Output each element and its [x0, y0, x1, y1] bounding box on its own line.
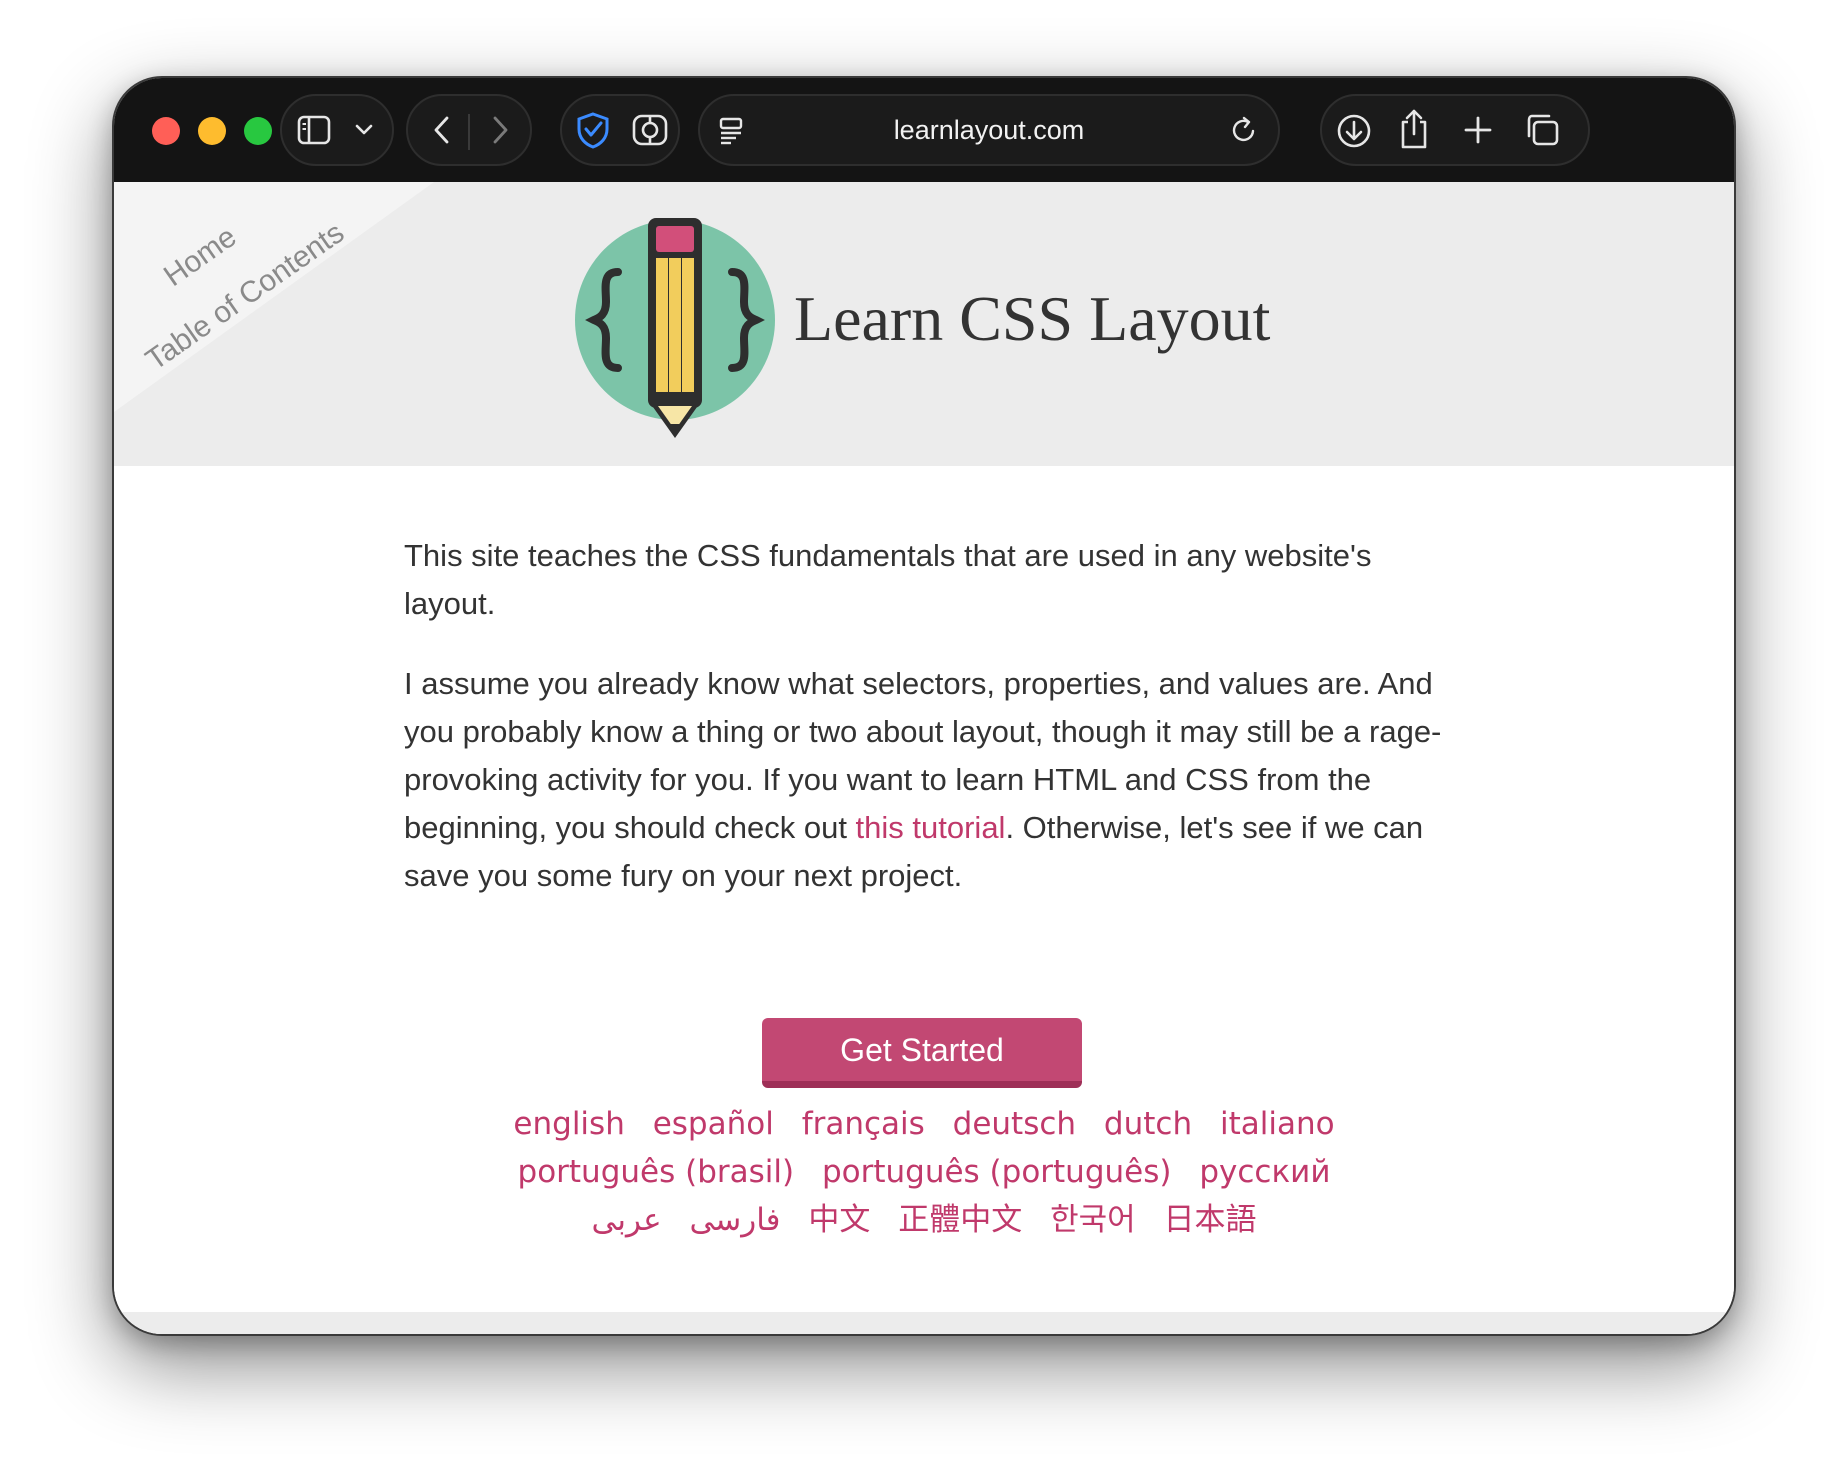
- lang-link-portugues-portugues[interactable]: português (português): [822, 1154, 1172, 1190]
- site-header: Home Table of Contents Learn CSS Layout: [114, 182, 1734, 466]
- shield-extension-icon[interactable]: [574, 111, 612, 149]
- language-list: english español français deutsch dutch i…: [494, 1100, 1354, 1244]
- intro-paragraph-1: This site teaches the CSS fundamentals t…: [404, 538, 1372, 621]
- web-page: Home Table of Contents Learn CSS Layout …: [114, 182, 1734, 1334]
- nav-divider: [468, 114, 470, 150]
- language-row: português (brasil) português (português)…: [494, 1148, 1354, 1196]
- site-title: Learn CSS Layout: [794, 283, 1271, 354]
- lang-link-dutch[interactable]: dutch: [1104, 1106, 1192, 1142]
- download-icon[interactable]: [1334, 111, 1374, 151]
- intro-content: This site teaches the CSS fundamentals t…: [404, 532, 1444, 932]
- lang-link-arabic[interactable]: عربى: [592, 1202, 662, 1238]
- reload-icon[interactable]: [1228, 114, 1260, 146]
- sidebar-toggle-icon[interactable]: [296, 114, 332, 146]
- browser-toolbar: learnlayout.com: [114, 78, 1734, 182]
- language-row: english español français deutsch dutch i…: [494, 1100, 1354, 1148]
- lang-link-farsi[interactable]: فارسی: [689, 1202, 780, 1238]
- share-icon[interactable]: [1396, 106, 1432, 152]
- language-row: عربى فارسی 中文 正體中文 한국어 日本語: [494, 1196, 1354, 1244]
- sidebar-control-group: [280, 94, 394, 166]
- extensions-control-group: [560, 94, 680, 166]
- lang-link-korean[interactable]: 한국어: [1050, 1202, 1136, 1238]
- lang-link-chinese-traditional[interactable]: 正體中文: [898, 1202, 1022, 1238]
- maximize-window-button[interactable]: [244, 117, 272, 145]
- lang-link-japanese[interactable]: 日本語: [1164, 1202, 1257, 1238]
- navigation-control-group: [406, 94, 532, 166]
- lang-link-english[interactable]: english: [513, 1106, 624, 1142]
- address-bar[interactable]: learnlayout.com: [698, 94, 1280, 166]
- url-text[interactable]: learnlayout.com: [700, 96, 1278, 164]
- chevron-down-icon[interactable]: [352, 120, 376, 140]
- footer-strip: [114, 1312, 1734, 1334]
- lang-link-russian[interactable]: русский: [1199, 1154, 1330, 1190]
- get-started-button[interactable]: Get Started: [762, 1018, 1082, 1088]
- actions-control-group: [1320, 94, 1590, 166]
- intro-paragraph-2: I assume you already know what selectors…: [404, 660, 1444, 900]
- minimize-window-button[interactable]: [198, 117, 226, 145]
- tab-overview-icon[interactable]: [1522, 111, 1562, 149]
- lang-link-francais[interactable]: français: [802, 1106, 925, 1142]
- lang-link-deutsch[interactable]: deutsch: [953, 1106, 1076, 1142]
- lang-link-espanol[interactable]: español: [653, 1106, 774, 1142]
- new-tab-plus-icon[interactable]: [1460, 112, 1496, 148]
- lang-link-italiano[interactable]: italiano: [1220, 1106, 1335, 1142]
- close-window-button[interactable]: [152, 117, 180, 145]
- lang-link-portugues-brasil[interactable]: português (brasil): [518, 1154, 795, 1190]
- tutorial-link[interactable]: this tutorial: [856, 810, 1006, 845]
- lang-link-chinese-simplified[interactable]: 中文: [808, 1202, 870, 1238]
- logo-pencil-icon[interactable]: [572, 210, 782, 445]
- back-arrow-icon[interactable]: [428, 114, 456, 146]
- forward-arrow-icon[interactable]: [486, 114, 514, 146]
- translate-extension-icon[interactable]: [630, 111, 670, 149]
- browser-window: learnlayout.com Home Table of Contents L…: [112, 76, 1736, 1336]
